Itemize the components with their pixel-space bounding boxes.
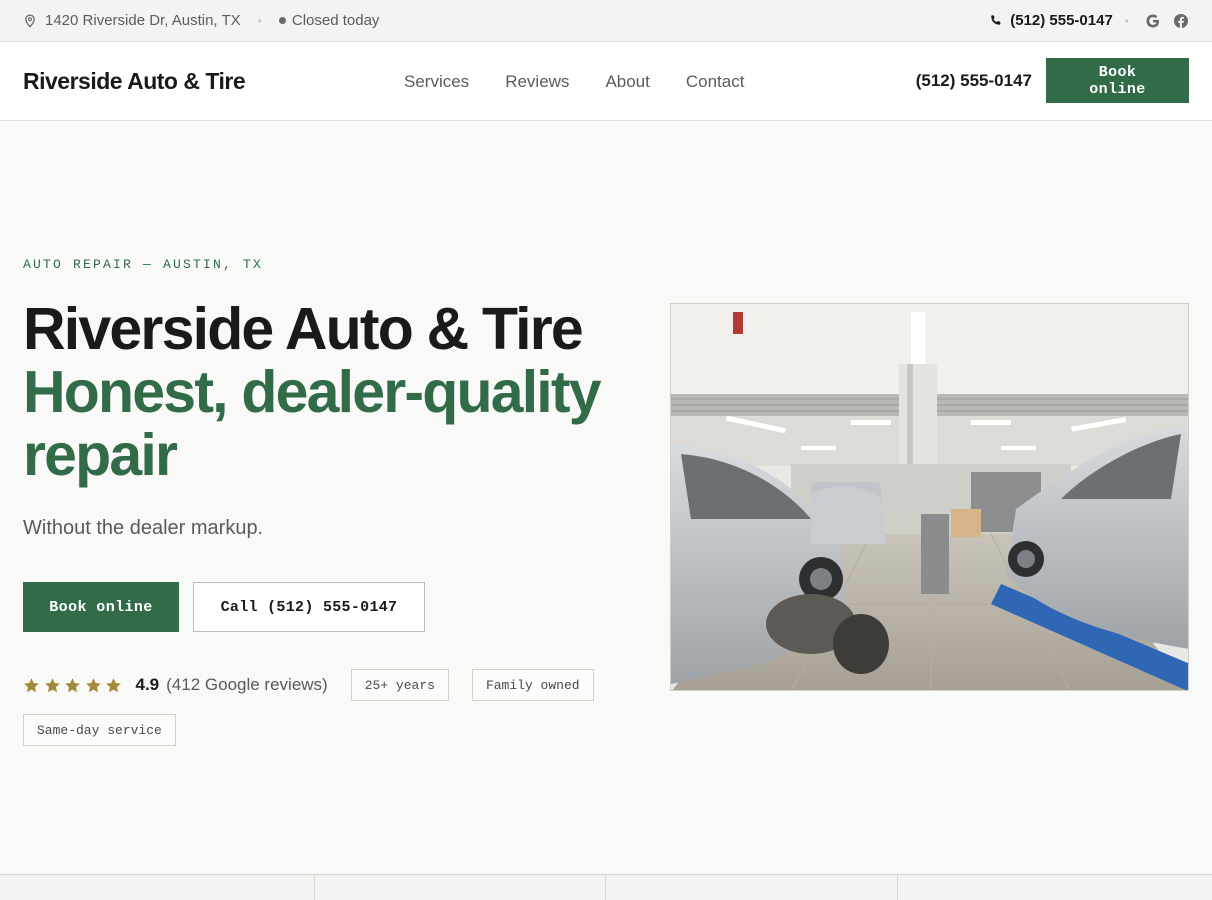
headline-line-1: Riverside Auto & Tire bbox=[23, 296, 584, 362]
strip-cell bbox=[606, 875, 898, 900]
brand-logo[interactable]: Riverside Auto & Tire bbox=[23, 68, 403, 95]
star-icon bbox=[65, 677, 80, 692]
facebook-icon[interactable] bbox=[1173, 13, 1189, 29]
hero-call-button[interactable]: Call (512) 555-0147 bbox=[193, 582, 425, 632]
address-text: 1420 Riverside Dr, Austin, TX bbox=[45, 12, 241, 29]
phone-icon bbox=[991, 15, 1001, 25]
header-phone-link[interactable]: (512) 555-0147 bbox=[916, 71, 1032, 91]
hero-headline: Riverside Auto & Tire Honest, dealer-qua… bbox=[23, 298, 643, 487]
google-icon[interactable] bbox=[1145, 13, 1161, 29]
hours-status: Closed today bbox=[291, 12, 380, 29]
topbar-phone-link[interactable]: (512) 555-0147 bbox=[1010, 12, 1113, 29]
nav-about[interactable]: About bbox=[605, 72, 649, 92]
nav-reviews[interactable]: Reviews bbox=[505, 72, 569, 92]
star-icon bbox=[106, 677, 121, 692]
strip-cell bbox=[898, 875, 1212, 900]
star-icon bbox=[24, 677, 39, 692]
nav-contact[interactable]: Contact bbox=[686, 72, 745, 92]
separator: • bbox=[257, 13, 262, 28]
rating-value: 4.9 bbox=[135, 675, 160, 694]
hero-eyebrow: AUTO REPAIR — AUSTIN, TX bbox=[23, 257, 264, 272]
header-actions: (512) 555-0147 Book online bbox=[916, 58, 1189, 103]
separator: • bbox=[1124, 13, 1129, 28]
site-header: Riverside Auto & Tire Services Reviews A… bbox=[0, 42, 1212, 121]
book-online-button[interactable]: Book online bbox=[1046, 58, 1189, 103]
strip-cell bbox=[315, 875, 606, 900]
hero-book-online-button[interactable]: Book online bbox=[23, 582, 179, 632]
main-nav: Services Reviews About Contact bbox=[404, 42, 780, 121]
topbar-right: (512) 555-0147 • bbox=[989, 12, 1189, 29]
nav-services[interactable]: Services bbox=[404, 72, 469, 92]
headline-line-2: Honest, dealer-quality repair bbox=[23, 359, 602, 488]
hero-cta-group: Book online Call (512) 555-0147 bbox=[23, 582, 425, 632]
badge-family-owned: Family owned bbox=[471, 669, 594, 701]
rating-stars bbox=[23, 677, 126, 694]
hero-shop-photo bbox=[670, 303, 1189, 691]
next-section-strip bbox=[0, 874, 1212, 900]
star-icon bbox=[44, 677, 60, 692]
status-dot bbox=[278, 17, 286, 24]
top-utility-bar: 1420 Riverside Dr, Austin, TX • Closed t… bbox=[0, 0, 1212, 42]
trust-row: 4.9 (412 Google reviews) 25+ years Famil… bbox=[23, 669, 617, 701]
garage-photo-illustration bbox=[671, 304, 1188, 690]
strip-cell bbox=[0, 875, 315, 900]
map-pin-icon bbox=[25, 14, 35, 28]
topbar-left: 1420 Riverside Dr, Austin, TX • Closed t… bbox=[23, 12, 379, 29]
badge-years: 25+ years bbox=[350, 669, 449, 701]
star-icon bbox=[85, 677, 101, 692]
badge-same-day: Same-day service bbox=[23, 714, 176, 746]
review-count-link[interactable]: (412 Google reviews) bbox=[166, 675, 328, 695]
hero-subhead: Without the dealer markup. bbox=[23, 517, 264, 539]
